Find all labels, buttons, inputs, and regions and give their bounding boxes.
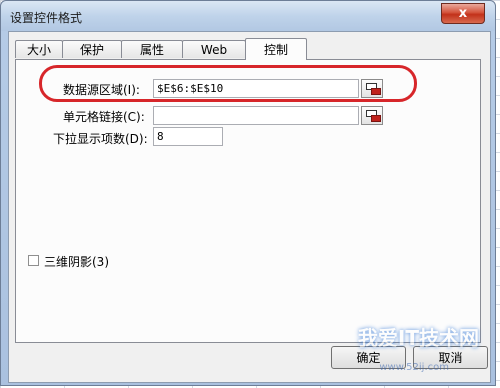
tab-control[interactable]: 控制 (245, 38, 307, 60)
tab-label: Web (200, 42, 228, 57)
annotation-highlight-ring (39, 65, 417, 102)
tab-label: 保护 (79, 43, 104, 57)
cancel-button[interactable]: 取消 (413, 346, 488, 369)
cell-link-label: 单元格链接(C): (63, 110, 145, 124)
close-button[interactable]: x (441, 3, 485, 24)
ok-button[interactable]: 确定 (331, 346, 406, 369)
dialog-title: 设置控件格式 (10, 11, 83, 25)
range-select-icon-accent (371, 115, 381, 122)
tab-label: 控制 (263, 43, 288, 57)
drop-down-lines-field[interactable]: 8 (153, 127, 223, 146)
3d-shading-checkbox[interactable] (28, 255, 39, 266)
drop-down-lines-label: 下拉显示项数(D): (53, 132, 148, 146)
tab-web[interactable]: Web (182, 40, 246, 58)
tab-label: 属性 (139, 43, 164, 57)
tab-protection[interactable]: 保护 (62, 40, 122, 58)
format-control-dialog: 设置控件格式 x 大小 保护 属性 Web 控制 数据源区域(I): $E$6: (0, 0, 496, 386)
3d-shading-label: 三维阴影(3) (44, 255, 109, 269)
cancel-label: 取消 (438, 351, 463, 365)
close-icon: x (458, 6, 468, 21)
title-bar[interactable]: 设置控件格式 x (1, 1, 495, 31)
ok-label: 确定 (356, 351, 381, 365)
cell-link-collapse-button[interactable] (361, 106, 383, 125)
tab-properties[interactable]: 属性 (121, 40, 183, 58)
tab-label: 大小 (26, 43, 51, 57)
cell-link-field[interactable] (153, 106, 359, 125)
tab-size[interactable]: 大小 (15, 40, 63, 58)
